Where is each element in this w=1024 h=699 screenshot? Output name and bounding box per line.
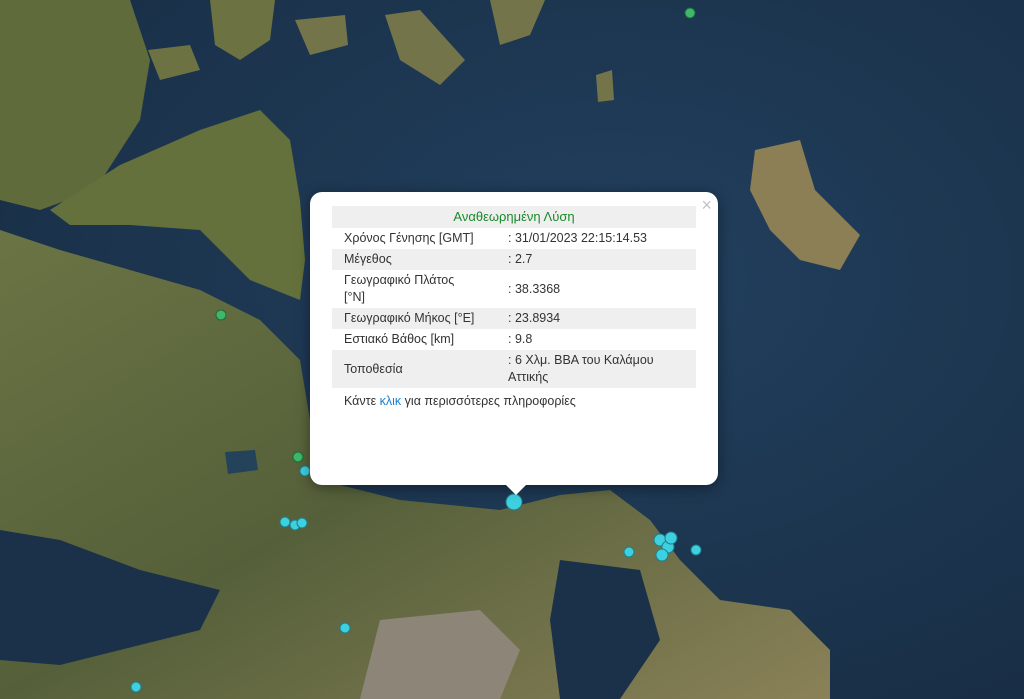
quake-marker[interactable] bbox=[292, 451, 304, 463]
quake-marker[interactable] bbox=[655, 548, 669, 562]
info-row-magnitude: Μέγεθος : 2.7 bbox=[332, 249, 696, 270]
row-label: Γεωγραφικό Μήκος [°E] bbox=[332, 308, 488, 329]
quake-marker[interactable] bbox=[690, 544, 702, 556]
close-icon[interactable]: × bbox=[701, 195, 712, 215]
quake-marker[interactable] bbox=[215, 309, 227, 321]
quake-marker-selected[interactable] bbox=[505, 493, 523, 511]
info-row-depth: Εστιακό Βάθος [km] : 9.8 bbox=[332, 329, 696, 350]
quake-marker[interactable] bbox=[623, 546, 635, 558]
quake-marker[interactable] bbox=[279, 516, 291, 528]
info-table: Χρόνος Γένησης [GMT] : 31/01/2023 22:15:… bbox=[332, 228, 696, 388]
quake-marker[interactable] bbox=[664, 531, 678, 545]
more-suffix: για περισσότερες πληροφορίες bbox=[401, 394, 576, 408]
north-island-6 bbox=[596, 70, 614, 102]
row-value: : 6 Χλμ. ΒΒΑ του Καλάμου Αττικής bbox=[488, 350, 696, 388]
popup-tip bbox=[506, 485, 526, 495]
info-row-latitude: Γεωγραφικό Πλάτος [°N] : 38.3368 bbox=[332, 270, 696, 308]
info-row-longitude: Γεωγραφικό Μήκος [°E] : 23.8934 bbox=[332, 308, 696, 329]
lake bbox=[225, 450, 258, 474]
earthquake-info-popup: × Αναθεωρημένη Λύση Χρόνος Γένησης [GMT]… bbox=[310, 192, 718, 495]
row-label: Εστιακό Βάθος [km] bbox=[344, 332, 455, 346]
quake-marker[interactable] bbox=[299, 465, 311, 477]
row-label: Τοποθεσία bbox=[332, 350, 488, 388]
info-row-origin-time: Χρόνος Γένησης [GMT] : 31/01/2023 22:15:… bbox=[332, 228, 696, 249]
quake-marker[interactable] bbox=[684, 7, 696, 19]
info-row-location: Τοποθεσία : 6 Χλμ. ΒΒΑ του Καλάμου Αττικ… bbox=[332, 350, 696, 388]
row-value: : 9.8 bbox=[508, 332, 533, 346]
row-value: : 23.8934 bbox=[488, 308, 696, 329]
more-info-line: Κάντε κλικ για περισσότερες πληροφορίες bbox=[332, 388, 696, 408]
popup-title: Αναθεωρημένη Λύση bbox=[332, 206, 696, 228]
row-label: Γεωγραφικό Πλάτος [°N] bbox=[344, 273, 455, 304]
row-value: : 31/01/2023 22:15:14.53 bbox=[508, 231, 648, 245]
row-label: Χρόνος Γένησης [GMT] bbox=[344, 231, 474, 245]
row-value: : 2.7 bbox=[488, 249, 696, 270]
more-info-link[interactable]: κλικ bbox=[380, 394, 402, 408]
more-prefix: Κάντε bbox=[344, 394, 380, 408]
quake-marker[interactable] bbox=[296, 517, 308, 529]
row-label: Μέγεθος bbox=[332, 249, 488, 270]
quake-marker[interactable] bbox=[339, 622, 351, 634]
quake-marker[interactable] bbox=[130, 681, 142, 693]
row-value: : 38.3368 bbox=[508, 281, 561, 296]
